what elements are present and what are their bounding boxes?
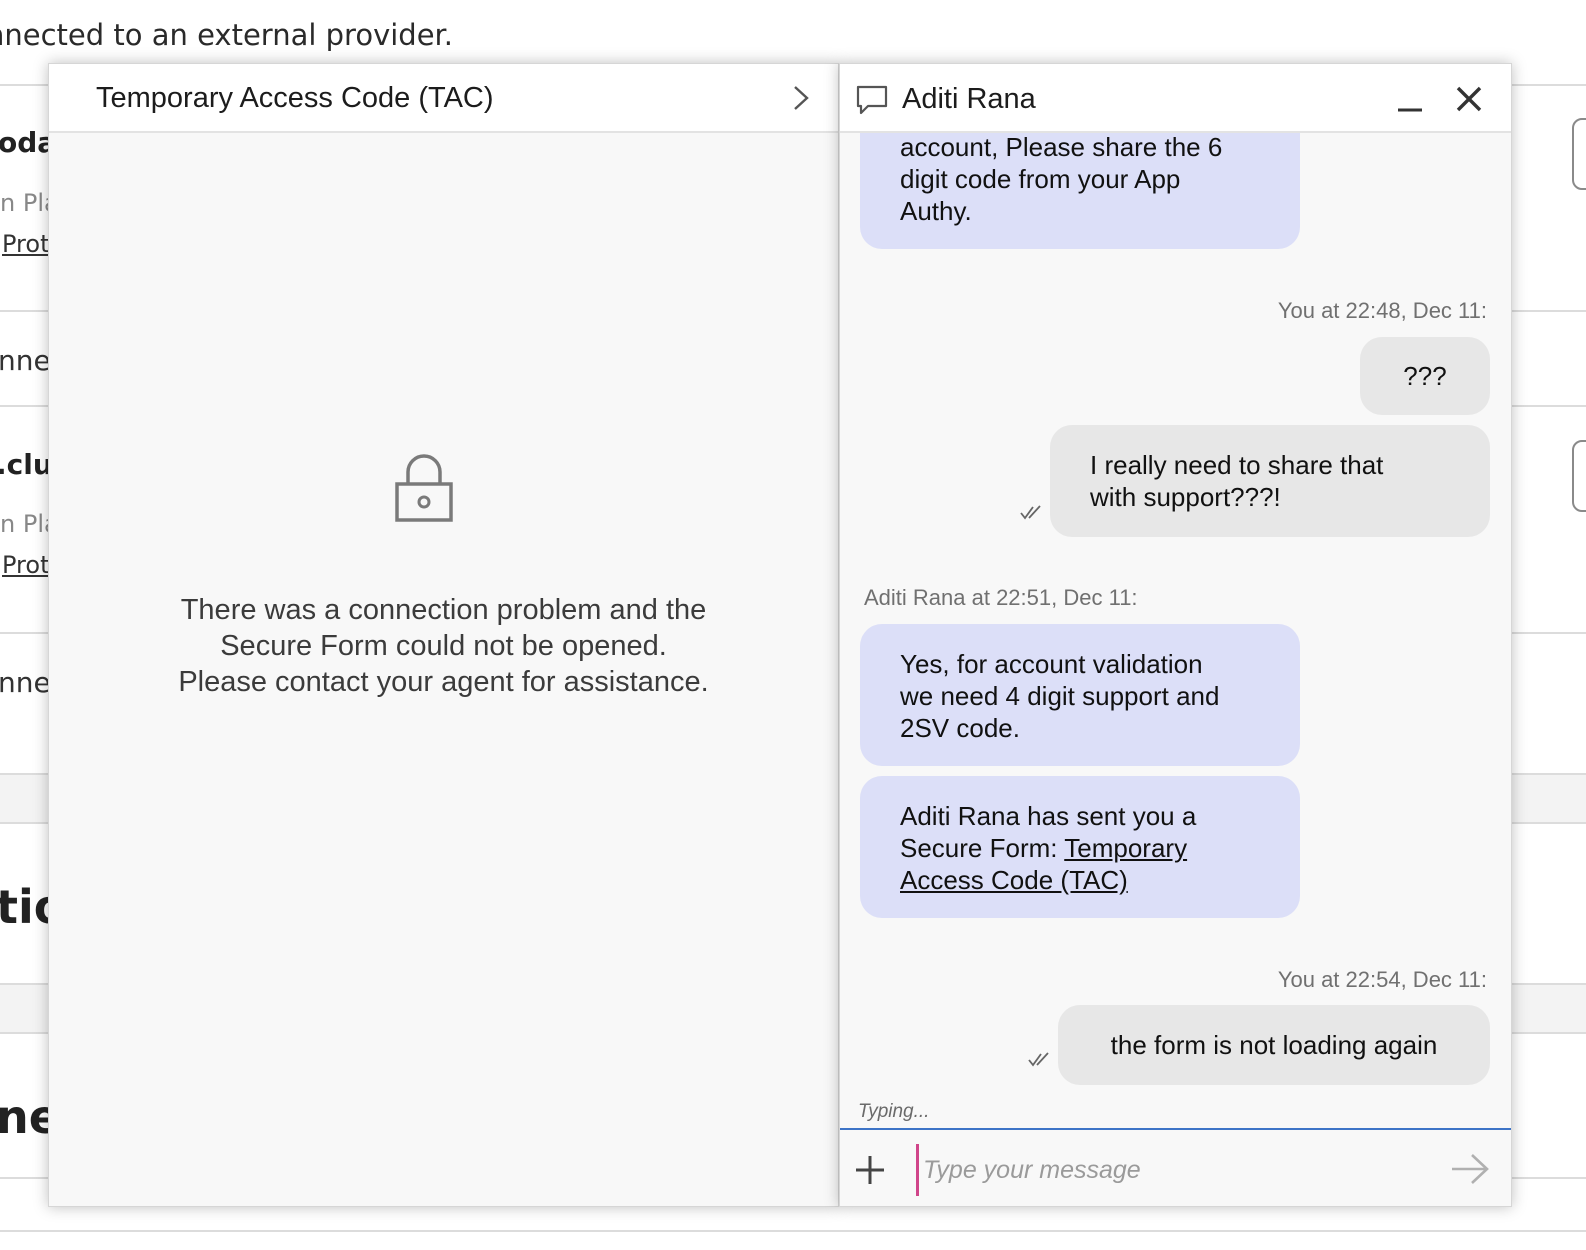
message-input[interactable] <box>916 1144 1445 1196</box>
typing-indicator: Typing... <box>858 1101 930 1122</box>
message-timestamp: You at 22:54, Dec 11: <box>1277 967 1487 992</box>
message-timestamp: Aditi Rana at 22:51, Dec 11: <box>864 585 1138 610</box>
chat-header: Aditi Rana <box>840 64 1511 133</box>
user-message: the form is not loading again <box>1058 1005 1490 1085</box>
message-line: Yes, for account validation <box>900 649 1203 679</box>
secure-form-header: Temporary Access Code (TAC) <box>49 64 838 133</box>
message-line: digit code from your App <box>900 164 1181 194</box>
message-line: we need 4 digit support and <box>900 681 1220 711</box>
message-text: Secure Form: <box>900 833 1065 863</box>
message-line: Aditi Rana has sent you a <box>900 801 1197 831</box>
bg-action-button[interactable] <box>1572 440 1586 512</box>
bg-item-status: nne <box>0 344 51 377</box>
secure-form-panel: Temporary Access Code (TAC) There was a … <box>48 63 839 1207</box>
secure-form-link[interactable]: Temporary <box>1064 833 1187 863</box>
agent-message: account, Please share the 6 digit code f… <box>860 131 1300 249</box>
agent-message: Yes, for account validation we need 4 di… <box>860 624 1300 766</box>
connection-error-message: There was a connection problem and the S… <box>49 592 838 700</box>
message-text: ??? <box>1403 361 1447 391</box>
chat-panel: Aditi Rana account, Please share the 6 d… <box>839 63 1512 1207</box>
divider <box>0 1230 1586 1232</box>
message-line: with support???! <box>1090 482 1281 512</box>
user-message: I really need to share that with support… <box>1050 425 1490 537</box>
message-line: Authy. <box>900 196 972 226</box>
agent-name: Aditi Rana <box>902 83 1036 115</box>
send-arrow-icon[interactable] <box>1450 1152 1490 1186</box>
message-text: the form is not loading again <box>1110 1030 1438 1060</box>
close-icon[interactable] <box>1454 84 1484 114</box>
message-line: I really need to share that <box>1090 450 1384 480</box>
read-receipt-icon <box>1028 1052 1049 1067</box>
bg-item-title: .clu <box>0 448 53 481</box>
bg-item-link[interactable]: Prot <box>2 230 49 258</box>
bg-action-button[interactable] <box>1572 118 1586 190</box>
plus-icon[interactable] <box>854 1154 886 1186</box>
bg-item-link[interactable]: Prot <box>2 551 49 579</box>
read-receipt-icon <box>1020 505 1041 520</box>
error-line: Please contact your agent for assistance… <box>178 666 709 698</box>
message-line: Secure Form: Temporary <box>900 832 1260 864</box>
secure-form-title: Temporary Access Code (TAC) <box>96 82 494 114</box>
message-timestamp: You at 22:48, Dec 11: <box>1277 298 1487 323</box>
chevron-right-icon[interactable] <box>790 85 812 111</box>
agent-message-secure-form: Aditi Rana has sent you a Secure Form: T… <box>860 776 1300 918</box>
message-line: account, Please share the 6 <box>900 132 1223 162</box>
secure-form-link[interactable]: Access Code (TAC) <box>900 865 1128 895</box>
message-line: 2SV code. <box>900 713 1020 743</box>
bg-item-status: nne <box>0 666 51 699</box>
message-line: Access Code (TAC) <box>900 864 1260 896</box>
error-line: Secure Form could not be opened. <box>220 630 667 662</box>
lock-icon <box>395 454 453 522</box>
background-status-text: nnected to an external provider. <box>0 18 454 52</box>
user-message: ??? <box>1360 337 1490 415</box>
message-list[interactable]: account, Please share the 6 digit code f… <box>840 131 1511 1124</box>
minimize-icon[interactable] <box>1396 86 1424 114</box>
error-line: There was a connection problem and the <box>180 594 707 626</box>
message-composer <box>840 1128 1511 1206</box>
chat-bubble-icon <box>856 85 888 115</box>
